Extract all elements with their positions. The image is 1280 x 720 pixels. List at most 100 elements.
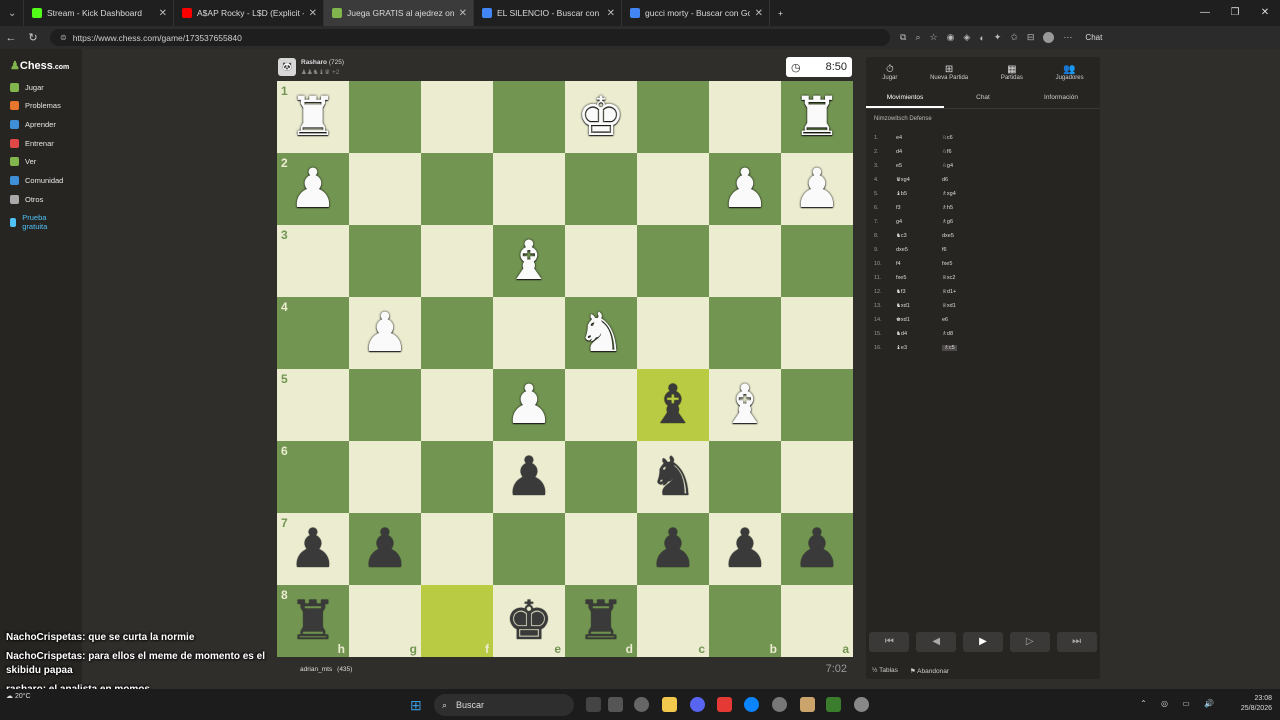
white-move[interactable]: ♚xd1 xyxy=(896,317,910,323)
black-move[interactable]: ♕d1+ xyxy=(942,289,956,295)
white-piece-b5[interactable]: ♝ xyxy=(709,369,781,441)
sidebar-item[interactable]: Aprender xyxy=(10,120,56,129)
panel-tab[interactable]: 👥 Jugadores xyxy=(1056,64,1084,81)
extension-icon[interactable]: ◐ xyxy=(979,33,984,43)
clock-area[interactable]: 23:08 25/8/2026 xyxy=(1241,694,1272,714)
white-piece-g4[interactable]: ♟ xyxy=(349,297,421,369)
black-piece-e6[interactable]: ♟ xyxy=(493,441,565,513)
board-square-e4[interactable] xyxy=(493,297,565,369)
edge-icon[interactable] xyxy=(744,697,759,712)
white-piece-b2[interactable]: ♟ xyxy=(709,153,781,225)
board-square-h5[interactable]: 5 xyxy=(277,369,349,441)
black-move[interactable]: d6 xyxy=(942,177,948,183)
board-square-b3[interactable] xyxy=(709,225,781,297)
white-move[interactable]: f4 xyxy=(896,261,901,267)
panel-tab[interactable]: ▦ Partidas xyxy=(1001,64,1023,81)
site-info-icon[interactable]: ⊜ xyxy=(60,33,67,42)
tab-close-icon[interactable]: ✕ xyxy=(755,8,763,19)
board-square-d5[interactable] xyxy=(565,369,637,441)
close-window-icon[interactable]: ✕ xyxy=(1250,0,1280,26)
app-icon[interactable] xyxy=(634,697,649,712)
white-move[interactable]: e5 xyxy=(896,163,902,169)
black-move[interactable]: ♗xg4 xyxy=(942,191,956,197)
sidebar-item[interactable]: Comunidad xyxy=(10,176,63,185)
board-square-e7[interactable] xyxy=(493,513,565,585)
board-square-a5[interactable] xyxy=(781,369,853,441)
white-move[interactable]: f3 xyxy=(896,205,901,211)
board-square-f1[interactable] xyxy=(421,81,493,153)
windows-start-icon[interactable]: ⊞ xyxy=(410,697,426,713)
sidebar-item[interactable]: Ver xyxy=(10,157,36,166)
taskbar-search[interactable]: ⌕ Buscar xyxy=(434,694,574,716)
maximize-icon[interactable]: ❐ xyxy=(1220,0,1250,26)
subtab[interactable]: Movimientos xyxy=(866,87,944,108)
black-move[interactable]: ♘c6 xyxy=(942,135,953,141)
zoom-icon[interactable]: ⌕ xyxy=(915,32,920,43)
next-move-icon[interactable]: ▷ xyxy=(1009,632,1050,652)
favorites-icon[interactable]: ✩ xyxy=(1010,32,1018,43)
board-square-f2[interactable] xyxy=(421,153,493,225)
black-piece-d8[interactable]: ♜ xyxy=(565,585,637,657)
more-icon[interactable]: ⋯ xyxy=(1063,32,1072,43)
tab-list-button[interactable]: ⌄ xyxy=(0,0,24,26)
chess-board[interactable]: 1 2 3 4 5 6 7 8 h g f e d c b a ♜ ♚ ♜ ♟ ♟ ♟ ♝ ♟ ♞ ♟ ♝ ♝ ♟ ♞ ♟ ♟ ♟ ♟ ♟ ♜ ♚ ♜ xyxy=(277,81,853,657)
puzzle-icon[interactable]: ✦ xyxy=(994,32,1002,43)
tab-close-icon[interactable]: ✕ xyxy=(607,8,615,19)
browser-tab[interactable]: Juega GRATIS al ajedrez online - A ✕ xyxy=(324,0,474,26)
board-square-h4[interactable]: 4 xyxy=(277,297,349,369)
black-move[interactable]: ♗c5 xyxy=(942,345,957,351)
white-move[interactable]: ♝b5 xyxy=(896,191,907,197)
board-square-g2[interactable] xyxy=(349,153,421,225)
app-icon[interactable] xyxy=(772,697,787,712)
board-square-b4[interactable] xyxy=(709,297,781,369)
bottom-player-name[interactable]: adrian_mts xyxy=(300,666,332,673)
sidebar-item[interactable]: Problemas xyxy=(10,101,61,110)
collections-icon[interactable]: ⊟ xyxy=(1027,32,1035,43)
top-player-name[interactable]: Rasharo xyxy=(301,59,327,66)
last-move-icon[interactable]: ⏭ xyxy=(1056,632,1097,652)
board-square-d7[interactable] xyxy=(565,513,637,585)
black-move[interactable]: ♗d8 xyxy=(942,331,953,337)
copilot-chat-button[interactable]: Chat xyxy=(1085,33,1102,42)
board-square-d6[interactable] xyxy=(565,441,637,513)
black-move[interactable]: ♗g6 xyxy=(942,219,953,225)
white-piece-e3[interactable]: ♝ xyxy=(493,225,565,297)
board-square-e1[interactable] xyxy=(493,81,565,153)
white-piece-d1[interactable]: ♚ xyxy=(565,81,637,153)
board-square-b6[interactable] xyxy=(709,441,781,513)
black-move[interactable]: e6 xyxy=(942,317,948,323)
black-move[interactable]: ♘f6 xyxy=(942,149,952,155)
black-piece-g7[interactable]: ♟ xyxy=(349,513,421,585)
resign-button[interactable]: ⚑ Abandonar xyxy=(910,667,949,675)
white-move[interactable]: g4 xyxy=(896,219,902,225)
app-icon[interactable] xyxy=(800,697,815,712)
board-square-d2[interactable] xyxy=(565,153,637,225)
board-square-c4[interactable] xyxy=(637,297,709,369)
sidebar-item[interactable]: Prueba gratuita xyxy=(10,213,58,231)
board-square-h3[interactable]: 3 xyxy=(277,225,349,297)
board-square-g6[interactable] xyxy=(349,441,421,513)
subtab[interactable]: Chat xyxy=(944,87,1022,108)
sidebar-item[interactable]: Entrenar xyxy=(10,139,54,148)
profile-icon[interactable] xyxy=(1043,32,1055,43)
system-tray-icons[interactable]: ⌃ ◎ ▭ 🔊 xyxy=(1140,699,1220,708)
app-icon[interactable] xyxy=(717,697,732,712)
white-move[interactable]: ♞xd1 xyxy=(896,303,910,309)
black-move[interactable]: ♘g4 xyxy=(942,163,953,169)
white-piece-a1[interactable]: ♜ xyxy=(781,81,853,153)
panel-tab[interactable]: ⏱ Jugar xyxy=(882,64,897,81)
draw-button[interactable]: ½ Tablas xyxy=(872,667,898,675)
board-square-g3[interactable] xyxy=(349,225,421,297)
white-move[interactable]: e4 xyxy=(896,135,902,141)
new-tab-button[interactable]: + xyxy=(770,0,794,26)
board-square-b8[interactable]: b xyxy=(709,585,781,657)
translate-icon[interactable]: ⧉ xyxy=(900,32,906,43)
board-square-f8[interactable]: f xyxy=(421,585,493,657)
url-field[interactable]: ⊜ https://www.chess.com/game/17353765584… xyxy=(50,29,890,46)
board-square-g8[interactable]: g xyxy=(349,585,421,657)
black-piece-h7[interactable]: ♟ xyxy=(277,513,349,585)
first-move-icon[interactable]: ⏮ xyxy=(869,632,910,652)
board-square-f4[interactable] xyxy=(421,297,493,369)
black-piece-a7[interactable]: ♟ xyxy=(781,513,853,585)
sidebar-item[interactable]: Otros xyxy=(10,195,43,204)
